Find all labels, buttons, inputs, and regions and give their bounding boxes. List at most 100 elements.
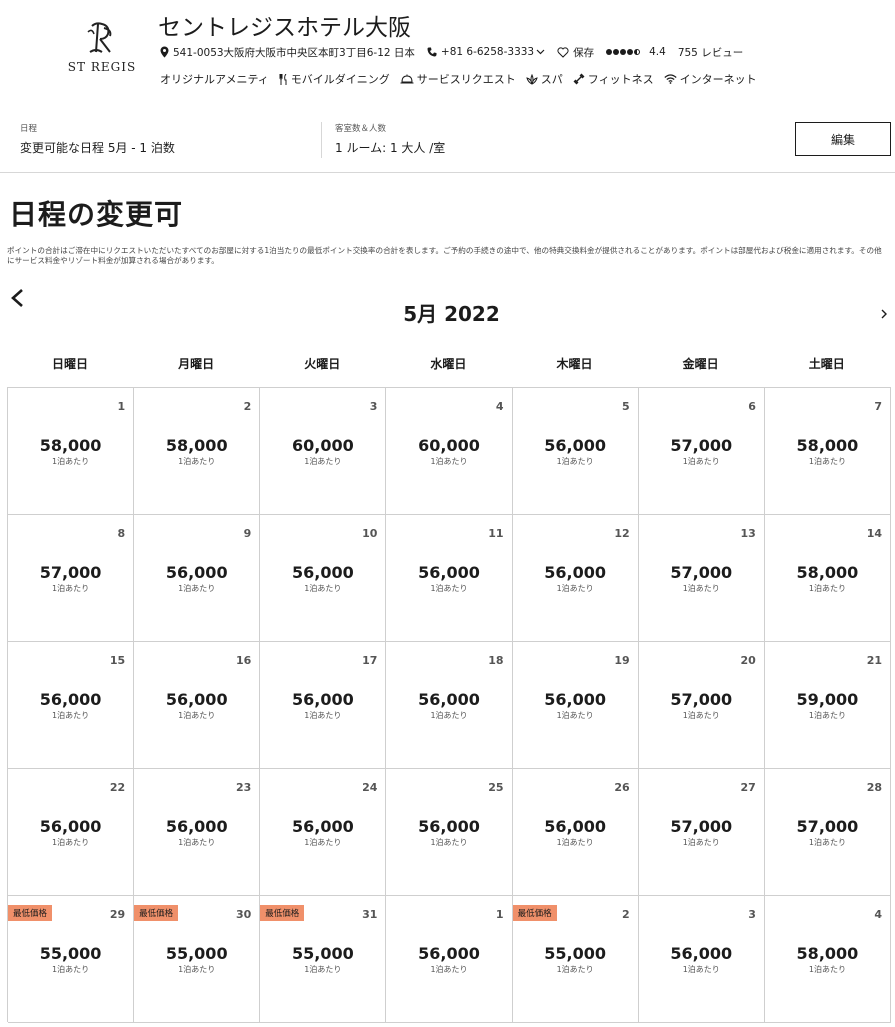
points-price: 58,000 bbox=[796, 436, 859, 455]
day-number: 13 bbox=[740, 527, 756, 540]
calendar-day-cell[interactable]: 1 58,000 1泊あたり bbox=[8, 388, 135, 515]
calendar-day-cell[interactable]: 21 59,000 1泊あたり bbox=[764, 642, 891, 769]
points-price: 55,000 bbox=[39, 944, 102, 963]
next-month-button[interactable] bbox=[879, 306, 891, 322]
address[interactable]: 541-0053大阪府大阪市中央区本町3丁目6-12 日本 bbox=[160, 45, 415, 60]
amenity-fitness[interactable]: フィットネス bbox=[573, 71, 654, 87]
calendar-day-cell[interactable]: 最低価格 2 55,000 1泊あたり bbox=[512, 896, 639, 1023]
calendar-day-cell[interactable]: 2 58,000 1泊あたり bbox=[134, 388, 261, 515]
calendar-day-cell[interactable]: 14 58,000 1泊あたり bbox=[764, 515, 891, 642]
day-number: 21 bbox=[866, 654, 882, 667]
day-number: 19 bbox=[614, 654, 630, 667]
dining-icon bbox=[279, 73, 287, 85]
calendar-day-cell[interactable]: 4 60,000 1泊あたり bbox=[386, 388, 513, 515]
calendar-day-cell[interactable]: 28 57,000 1泊あたり bbox=[764, 769, 891, 896]
amenity-original[interactable]: オリジナルアメニティ bbox=[160, 71, 269, 87]
points-price: 56,000 bbox=[165, 563, 228, 582]
calendar-day-cell[interactable]: 3 60,000 1泊あたり bbox=[260, 388, 387, 515]
calendar-day-cell[interactable]: 12 56,000 1泊あたり bbox=[512, 515, 639, 642]
points-price: 56,000 bbox=[165, 817, 228, 836]
calendar-day-cell[interactable]: 最低価格 31 55,000 1泊あたり bbox=[260, 896, 387, 1023]
save-label: 保存 bbox=[573, 46, 595, 59]
per-night-label: 1泊あたり bbox=[682, 838, 720, 847]
points-price: 56,000 bbox=[418, 817, 480, 836]
calendar-day-cell[interactable]: 6 57,000 1泊あたり bbox=[638, 388, 765, 515]
calendar-day-cell[interactable]: 27 57,000 1泊あたり bbox=[638, 769, 765, 896]
chevron-right-icon bbox=[881, 309, 887, 319]
weekday-thursday: 木曜日 bbox=[556, 357, 593, 371]
calendar-day-cell[interactable]: 26 56,000 1泊あたり bbox=[512, 769, 639, 896]
per-night-label: 1泊あたり bbox=[52, 838, 90, 847]
day-number: 1 bbox=[495, 908, 504, 921]
rating-dot-half bbox=[634, 49, 641, 55]
per-night-label: 1泊あたり bbox=[556, 457, 594, 466]
points-price: 57,000 bbox=[670, 690, 733, 709]
calendar-day-cell[interactable]: 7 58,000 1泊あたり bbox=[764, 388, 891, 515]
calendar-day-cell[interactable]: 22 56,000 1泊あたり bbox=[8, 769, 135, 896]
calendar-day-cell[interactable]: 18 56,000 1泊あたり bbox=[386, 642, 513, 769]
rating-value: 4.4 bbox=[649, 46, 666, 58]
points-price: 56,000 bbox=[39, 817, 102, 836]
save-button[interactable]: 保存 bbox=[557, 45, 594, 60]
per-night-label: 1泊あたり bbox=[178, 711, 216, 720]
per-night-label: 1泊あたり bbox=[304, 584, 342, 593]
per-night-label: 1泊あたり bbox=[304, 965, 342, 974]
day-number: 18 bbox=[488, 654, 504, 667]
per-night-label: 1泊あたり bbox=[178, 584, 216, 593]
heart-icon bbox=[557, 46, 569, 58]
day-number: 10 bbox=[362, 527, 378, 540]
per-night-label: 1泊あたり bbox=[682, 711, 720, 720]
points-price: 58,000 bbox=[796, 563, 859, 582]
review-count-link[interactable]: 755 レビュー bbox=[678, 45, 743, 60]
calendar-day-cell[interactable]: 8 57,000 1泊あたり bbox=[8, 515, 135, 642]
calendar-day-cell[interactable]: 24 56,000 1泊あたり bbox=[260, 769, 387, 896]
edit-button[interactable]: 編集 bbox=[795, 122, 891, 156]
points-price: 57,000 bbox=[39, 563, 102, 582]
calendar-day-cell[interactable]: 1 56,000 1泊あたり bbox=[386, 896, 513, 1023]
calendar-day-cell[interactable]: 5 56,000 1泊あたり bbox=[512, 388, 639, 515]
page-title: 日程の変更可 bbox=[9, 198, 184, 231]
calendar-day-cell[interactable]: 23 56,000 1泊あたり bbox=[134, 769, 261, 896]
amenity-label: インターネット bbox=[679, 73, 757, 86]
phone[interactable]: +81 6-6258-3333 bbox=[427, 46, 545, 58]
search-summary-bar: 日程 変更可能な日程 5月 - 1 泊数 客室数＆人数 1 ルーム: 1 大人 … bbox=[0, 110, 895, 173]
amenity-spa[interactable]: スパ bbox=[526, 71, 563, 87]
lowest-price-badge: 最低価格 bbox=[8, 905, 53, 921]
hotel-logo[interactable]: ST REGIS bbox=[56, 18, 148, 82]
points-price: 56,000 bbox=[291, 690, 354, 709]
day-number: 2 bbox=[243, 400, 252, 413]
day-number: 22 bbox=[109, 781, 126, 794]
calendar-day-cell[interactable]: 25 56,000 1泊あたり bbox=[386, 769, 513, 896]
weekday-header-row: 日曜日 月曜日 火曜日 水曜日 木曜日 金曜日 土曜日 bbox=[7, 355, 890, 372]
calendar-day-cell[interactable]: 10 56,000 1泊あたり bbox=[260, 515, 387, 642]
calendar-day-cell[interactable]: 11 56,000 1泊あたり bbox=[386, 515, 513, 642]
calendar-day-cell[interactable]: 16 56,000 1泊あたり bbox=[134, 642, 261, 769]
calendar-day-cell[interactable]: 13 57,000 1泊あたり bbox=[638, 515, 765, 642]
calendar-day-cell[interactable]: 9 56,000 1泊あたり bbox=[134, 515, 261, 642]
divider bbox=[321, 122, 322, 158]
day-number: 20 bbox=[740, 654, 756, 667]
amenity-label: フィットネス bbox=[587, 73, 654, 86]
amenity-mobile-dining[interactable]: モバイルダイニング bbox=[279, 71, 390, 87]
per-night-label: 1泊あたり bbox=[682, 965, 720, 974]
per-night-label: 1泊あたり bbox=[304, 711, 342, 720]
calendar-day-cell[interactable]: 17 56,000 1泊あたり bbox=[260, 642, 387, 769]
points-price: 56,000 bbox=[544, 817, 606, 836]
per-night-label: 1泊あたり bbox=[556, 711, 594, 720]
calendar-day-cell[interactable]: 4 58,000 1泊あたり bbox=[764, 896, 891, 1023]
calendar-day-cell[interactable]: 19 56,000 1泊あたり bbox=[512, 642, 639, 769]
calendar-day-cell[interactable]: 3 56,000 1泊あたり bbox=[638, 896, 765, 1023]
points-price: 56,000 bbox=[670, 944, 733, 963]
rooms-guests-field[interactable]: 客室数＆人数 1 ルーム: 1 大人 /室 bbox=[335, 122, 445, 156]
dates-field[interactable]: 日程 変更可能な日程 5月 - 1 泊数 bbox=[20, 122, 175, 156]
day-number: 2 bbox=[622, 908, 630, 921]
calendar-day-cell[interactable]: 最低価格 29 55,000 1泊あたり bbox=[8, 896, 135, 1023]
phone-text: +81 6-6258-3333 bbox=[440, 46, 535, 58]
calendar-day-cell[interactable]: 最低価格 30 55,000 1泊あたり bbox=[134, 896, 261, 1023]
calendar-day-cell[interactable]: 15 56,000 1泊あたり bbox=[8, 642, 135, 769]
per-night-label: 1泊あたり bbox=[556, 584, 594, 593]
calendar-day-cell[interactable]: 20 57,000 1泊あたり bbox=[638, 642, 765, 769]
amenity-service-request[interactable]: サービスリクエスト bbox=[400, 71, 516, 87]
calendar-grid: 1 58,000 1泊あたり 2 58,000 1泊あたり 3 60,000 1泊あたり 4 60,… bbox=[7, 387, 891, 1023]
amenity-internet[interactable]: インターネット bbox=[663, 71, 757, 87]
